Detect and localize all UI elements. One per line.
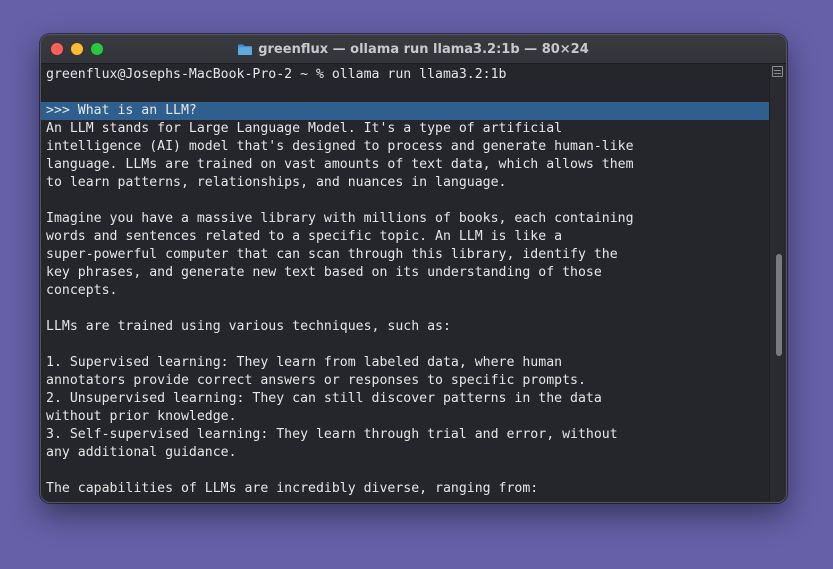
- terminal-output[interactable]: greenflux@Josephs-MacBook-Pro-2 ~ % olla…: [41, 64, 785, 502]
- line-text: any additional guidance.: [46, 445, 237, 460]
- line-text: 3. Self-supervised learning: They learn …: [46, 427, 618, 442]
- terminal-window: greenflux — ollama run llama3.2:1b — 80×…: [40, 34, 787, 503]
- line-text: 2. Unsupervised learning: They can still…: [46, 391, 602, 406]
- output-line: 1. Supervised learning: They learn from …: [46, 354, 770, 372]
- line-text: An LLM stands for Large Language Model. …: [46, 121, 563, 136]
- output-line: intelligence (AI) model that's designed …: [46, 138, 770, 156]
- output-line: any additional guidance.: [46, 444, 770, 462]
- output-line: super-powerful computer that can scan th…: [46, 246, 770, 264]
- line-text: without prior knowledge.: [46, 409, 237, 424]
- line-text: LLMs are trained using various technique…: [46, 319, 451, 334]
- line-text: 1. Supervised learning: They learn from …: [46, 355, 563, 370]
- line-text: concepts.: [46, 283, 118, 298]
- output-line: 2. Unsupervised learning: They can still…: [46, 390, 770, 408]
- window-title: greenflux — ollama run llama3.2:1b — 80×…: [258, 41, 589, 57]
- line-text: annotators provide correct answers or re…: [46, 373, 586, 388]
- scrollbar-thumb[interactable]: [776, 254, 782, 356]
- output-line: The capabilities of LLMs are incredibly …: [46, 480, 770, 498]
- output-line: concepts.: [46, 282, 770, 300]
- line-text: >>> What is an LLM?: [46, 103, 197, 118]
- output-line: words and sentences related to a specifi…: [46, 228, 770, 246]
- output-line: to learn patterns, relationships, and nu…: [46, 174, 770, 192]
- output-line: annotators provide correct answers or re…: [46, 372, 770, 390]
- output-line: An LLM stands for Large Language Model. …: [46, 120, 770, 138]
- line-text: The capabilities of LLMs are incredibly …: [46, 481, 539, 496]
- line-text: greenflux@Josephs-MacBook-Pro-2 ~ % olla…: [46, 67, 507, 82]
- line-text: Imagine you have a massive library with …: [46, 211, 634, 226]
- line-text: intelligence (AI) model that's designed …: [46, 139, 634, 154]
- line-text: key phrases, and generate new text based…: [46, 265, 602, 280]
- scroll-menu-icon[interactable]: [772, 66, 783, 77]
- output-line: 3. Self-supervised learning: They learn …: [46, 426, 770, 444]
- output-line: Imagine you have a massive library with …: [46, 210, 770, 228]
- window-title-container: greenflux — ollama run llama3.2:1b — 80×…: [41, 35, 786, 63]
- output-line: without prior knowledge.: [46, 408, 770, 426]
- line-text: language. LLMs are trained on vast amoun…: [46, 157, 634, 172]
- folder-icon: [238, 44, 253, 55]
- line-text: super-powerful computer that can scan th…: [46, 247, 618, 262]
- output-line: LLMs are trained using various technique…: [46, 318, 770, 336]
- line-text: to learn patterns, relationships, and nu…: [46, 175, 507, 190]
- output-line: key phrases, and generate new text based…: [46, 264, 770, 282]
- title-bar[interactable]: greenflux — ollama run llama3.2:1b — 80×…: [41, 35, 786, 64]
- line-text: words and sentences related to a specifi…: [46, 229, 563, 244]
- shell-prompt-line: greenflux@Josephs-MacBook-Pro-2 ~ % olla…: [46, 66, 770, 84]
- output-line: language. LLMs are trained on vast amoun…: [46, 156, 770, 174]
- user-prompt-line: >>> What is an LLM?]: [41, 102, 785, 120]
